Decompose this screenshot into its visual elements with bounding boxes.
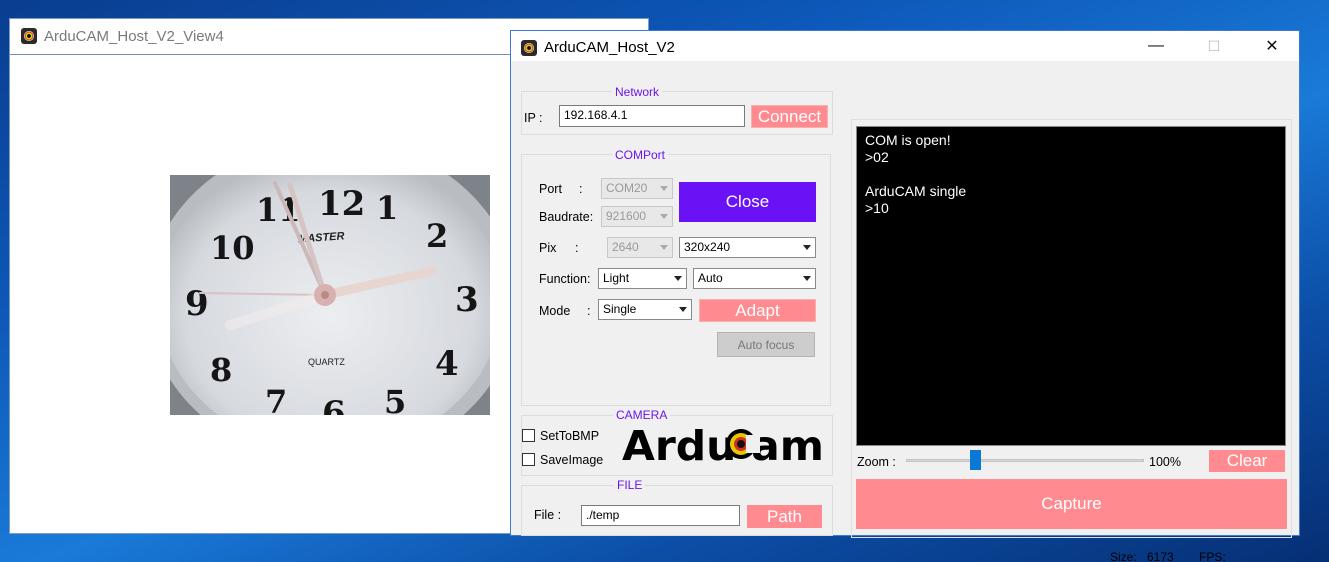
clock-photo: 12 1 2 3 4 5 6 7 8 9 10 11 MASTER QUARTZ [170, 175, 490, 415]
clock-numeral: 2 [426, 217, 448, 255]
close-window-button[interactable]: ✕ [1243, 31, 1301, 61]
port-value: COM20 [606, 181, 648, 195]
baudrate-select[interactable]: 921600 [601, 206, 673, 227]
fps-label: FPS: [1199, 550, 1226, 562]
save-image-label: SaveImage [540, 453, 604, 467]
mode-colon: : [587, 304, 591, 318]
function-mode-select[interactable]: Auto [693, 268, 816, 289]
console-line: >02 [865, 149, 889, 165]
main-window: ArduCAM_Host_V2 — ☐ ✕ Network IP : 192.1… [510, 30, 1300, 562]
maximize-button[interactable]: ☐ [1185, 31, 1243, 61]
minimize-button[interactable]: — [1127, 31, 1185, 61]
console-line: COM is open! [865, 132, 951, 148]
ip-label: IP : [524, 111, 543, 125]
main-window-title: ArduCAM_Host_V2 [544, 39, 675, 56]
camera-preview-image: 12 1 2 3 4 5 6 7 8 9 10 11 MASTER QUARTZ [170, 175, 490, 415]
clock-numeral: 6 [322, 394, 346, 415]
comport-group-label: COMPort [612, 148, 669, 162]
baudrate-label: Baudrate: [539, 210, 594, 224]
pix-select[interactable]: 2640 [607, 237, 673, 258]
zoom-slider-thumb[interactable] [970, 450, 981, 470]
svg-text:Ardu am: Ardu am [622, 422, 824, 467]
main-window-titlebar[interactable]: ArduCAM_Host_V2 — ☐ ✕ [511, 31, 1299, 61]
clock-numeral: 4 [435, 344, 459, 384]
mode-value: Single [603, 302, 637, 316]
app-icon [21, 28, 37, 44]
resolution-select[interactable]: 320x240 [679, 237, 816, 258]
console-line: ArduCAM single [865, 183, 967, 199]
clock-numeral: 10 [210, 229, 255, 267]
pix-colon: : [575, 241, 579, 255]
chevron-down-icon [803, 245, 811, 250]
app-icon [521, 40, 537, 56]
camera-group-label: CAMERA [613, 408, 671, 422]
zoom-label: Zoom : [857, 455, 896, 469]
console-output: COM is open! >02 ArduCAM single >10 [856, 126, 1286, 446]
port-colon: : [579, 182, 583, 196]
clock-numeral: 5 [384, 383, 406, 415]
set-to-bmp-label: SetToBMP [540, 429, 600, 443]
main-client-area: Network IP : 192.168.4.1 Connect COMPort… [511, 61, 1299, 562]
capture-button[interactable]: Capture [856, 479, 1287, 529]
file-label: File : [534, 508, 562, 522]
size-label: Size: [1110, 550, 1137, 562]
adapt-button[interactable]: Adapt [699, 299, 816, 322]
function-value: Light [603, 271, 630, 285]
function-select[interactable]: Light [598, 268, 687, 289]
path-button[interactable]: Path [747, 505, 822, 528]
chevron-down-icon [803, 276, 811, 281]
network-group-label: Network [612, 85, 663, 99]
clock-quartz-label: QUARTZ [308, 357, 345, 367]
connect-button[interactable]: Connect [751, 105, 828, 128]
clear-button[interactable]: Clear [1209, 450, 1285, 472]
arducam-logo-graphic: Ardu am [622, 422, 824, 470]
port-label: Port [539, 182, 562, 196]
zoom-slider-track [906, 459, 1144, 462]
arducam-logo: Ardu am [621, 421, 826, 470]
pix-value: 2640 [612, 240, 639, 254]
clock-numeral: 7 [265, 383, 287, 415]
zoom-percent: 100% [1149, 455, 1181, 469]
zoom-slider[interactable] [906, 450, 1144, 472]
clock-numeral: 3 [455, 280, 479, 320]
mode-label: Mode [539, 304, 571, 318]
function-mode-value: Auto [698, 271, 723, 285]
console-line: >10 [865, 200, 889, 216]
baudrate-value: 921600 [606, 209, 647, 223]
chevron-down-icon [679, 307, 687, 312]
resolution-value: 320x240 [684, 240, 731, 254]
file-group-label: FILE [614, 478, 646, 492]
pix-label: Pix [539, 241, 557, 255]
mode-select[interactable]: Single [598, 299, 692, 320]
size-value: 6173 [1147, 550, 1174, 562]
clock-numeral: 9 [185, 284, 209, 324]
clock-numeral: 1 [376, 189, 398, 227]
set-to-bmp-checkbox[interactable] [522, 429, 535, 442]
file-path-input[interactable]: ./temp [581, 505, 740, 526]
chevron-down-icon [660, 214, 668, 219]
ip-input[interactable]: 192.168.4.1 [559, 105, 745, 127]
save-image-checkbox[interactable] [522, 453, 535, 466]
auto-focus-button[interactable]: Auto focus [717, 332, 815, 357]
clock-numeral: 8 [210, 351, 232, 389]
view-window-title: ArduCAM_Host_V2_View4 [44, 28, 224, 45]
port-select[interactable]: COM20 [601, 178, 673, 199]
chevron-down-icon [674, 276, 682, 281]
close-port-button[interactable]: Close [679, 182, 816, 222]
clock-numeral: 12 [318, 184, 365, 224]
function-label: Function: [539, 272, 591, 286]
chevron-down-icon [660, 245, 668, 250]
chevron-down-icon [660, 186, 668, 191]
